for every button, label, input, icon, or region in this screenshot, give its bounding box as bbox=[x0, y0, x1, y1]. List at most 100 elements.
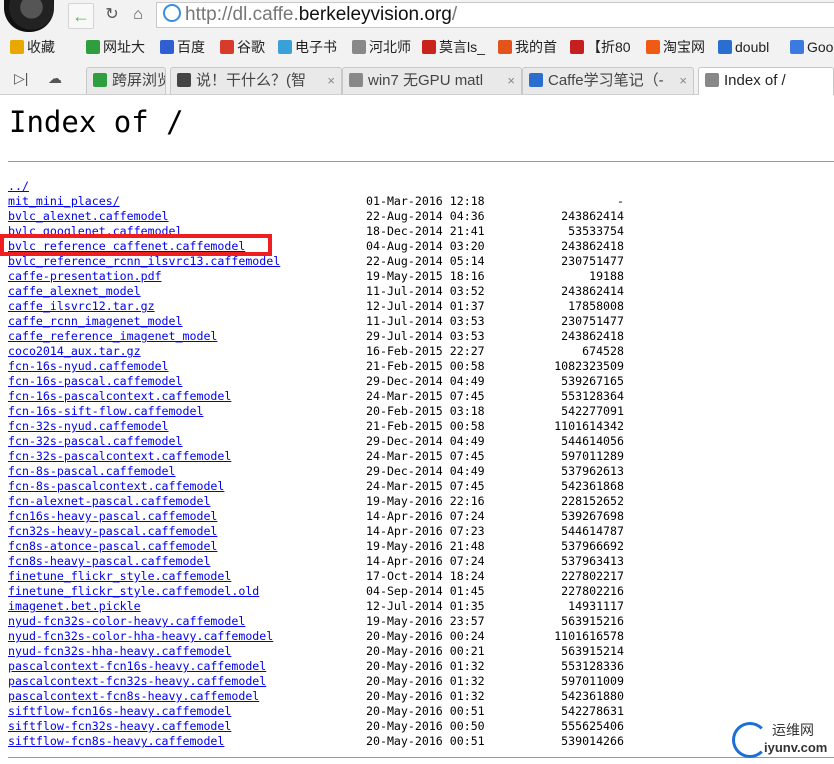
file-link[interactable]: fcn-alexnet-pascal.caffemodel bbox=[8, 494, 210, 509]
bookmark-label: 百度 bbox=[177, 39, 205, 55]
home-button[interactable]: ⌂ bbox=[126, 3, 150, 27]
bookmark-item[interactable]: 电子书 bbox=[278, 38, 337, 56]
file-link[interactable]: pascalcontext-fcn16s-heavy.caffemodel bbox=[8, 659, 266, 674]
file-size: 227802216 bbox=[561, 584, 624, 598]
listing-row: coco2014_aux.tar.gz 16-Feb-2015 22:27 6745… bbox=[8, 344, 834, 359]
tab[interactable]: Index of / bbox=[698, 67, 834, 95]
listing-row: caffe_alexnet_model 11-Jul-2014 03:52 2438… bbox=[8, 284, 834, 299]
file-size: 17858008 bbox=[568, 299, 624, 313]
bookmark-item[interactable]: 百度 bbox=[160, 38, 205, 56]
cloud-icon[interactable]: ☁ bbox=[48, 70, 62, 87]
file-link[interactable]: nyud-fcn32s-color-hha-heavy.caffemodel bbox=[8, 629, 273, 644]
bookmark-item[interactable]: 谷歌 bbox=[220, 38, 265, 56]
zhe80-icon bbox=[570, 40, 584, 54]
file-link[interactable]: fcn-8s-pascal.caffemodel bbox=[8, 464, 176, 479]
back-button[interactable]: ← bbox=[68, 3, 94, 29]
site-icon bbox=[86, 40, 100, 54]
file-link[interactable]: fcn16s-heavy-pascal.caffemodel bbox=[8, 509, 217, 524]
file-link[interactable]: ../ bbox=[8, 179, 29, 194]
file-link[interactable]: caffe_ilsvrc12.tar.gz bbox=[8, 299, 155, 314]
file-link[interactable]: fcn-16s-pascal.caffemodel bbox=[8, 374, 183, 389]
phone-icon bbox=[93, 73, 107, 87]
bookmark-label: doubl bbox=[735, 39, 770, 55]
listing-row: nyud-fcn32s-color-heavy.caffemodel 19-May… bbox=[8, 614, 834, 629]
address-bar[interactable]: http://dl.caffe.berkeleyvision.org/ bbox=[156, 2, 834, 28]
file-link[interactable]: coco2014_aux.tar.gz bbox=[8, 344, 141, 359]
file-link[interactable]: fcn8s-heavy-pascal.caffemodel bbox=[8, 554, 210, 569]
file-link[interactable]: siftflow-fcn32s-heavy.caffemodel bbox=[8, 719, 231, 734]
file-size: 597011009 bbox=[561, 674, 624, 688]
file-link[interactable]: pascalcontext-fcn32s-heavy.caffemodel bbox=[8, 674, 266, 689]
url-host: berkeleyvision.org bbox=[298, 4, 452, 25]
bookmark-item[interactable]: 我的首 bbox=[498, 38, 557, 56]
bookmark-item[interactable]: 莫言ls_ bbox=[422, 38, 485, 56]
file-date: 01-Mar-2016 12:18 bbox=[366, 194, 485, 208]
bookmark-item[interactable]: Goo bbox=[790, 38, 833, 56]
file-size: 243862418 bbox=[561, 239, 624, 253]
file-link[interactable]: fcn-16s-pascalcontext.caffemodel bbox=[8, 389, 231, 404]
listing-row: siftflow-fcn32s-heavy.caffemodel 20-May-2… bbox=[8, 719, 834, 734]
file-link[interactable]: nyud-fcn32s-hha-heavy.caffemodel bbox=[8, 644, 231, 659]
file-size: 230751477 bbox=[561, 254, 624, 268]
file-link[interactable]: caffe_rcnn_imagenet_model bbox=[8, 314, 183, 329]
file-link[interactable]: fcn-16s-sift-flow.caffemodel bbox=[8, 404, 203, 419]
listing-row: fcn-16s-pascalcontext.caffemodel 24-Mar-2… bbox=[8, 389, 834, 404]
file-link[interactable]: finetune_flickr_style.caffemodel.old bbox=[8, 584, 259, 599]
file-link[interactable]: caffe_alexnet_model bbox=[8, 284, 141, 299]
bookmark-item[interactable]: 淘宝网 bbox=[646, 38, 705, 56]
tab[interactable]: win7 无GPU matl × bbox=[342, 67, 522, 94]
file-link[interactable]: fcn-8s-pascalcontext.caffemodel bbox=[8, 479, 224, 494]
bookmark-item[interactable]: doubl bbox=[718, 38, 769, 56]
bookmark-item[interactable]: 网址大 bbox=[86, 38, 145, 56]
app-icon bbox=[422, 40, 436, 54]
page-icon bbox=[705, 73, 719, 87]
tab-label: Index of / bbox=[724, 72, 786, 89]
tab[interactable]: 跨屏浏览 bbox=[86, 67, 166, 94]
file-link[interactable]: imagenet.bet.pickle bbox=[8, 599, 141, 614]
file-link[interactable]: fcn-32s-nyud.caffemodel bbox=[8, 419, 169, 434]
listing-row: pascalcontext-fcn8s-heavy.caffemodel 20-M… bbox=[8, 689, 834, 704]
bookmark-item[interactable]: 河北师 bbox=[352, 38, 411, 56]
listing-row: fcn-16s-nyud.caffemodel 21-Feb-2015 00:58… bbox=[8, 359, 834, 374]
file-size: 227802217 bbox=[561, 569, 624, 583]
file-link[interactable]: siftflow-fcn16s-heavy.caffemodel bbox=[8, 704, 231, 719]
reload-button[interactable]: ↻ bbox=[100, 3, 124, 27]
user-avatar[interactable] bbox=[4, 0, 54, 32]
file-link[interactable]: fcn32s-heavy-pascal.caffemodel bbox=[8, 524, 217, 539]
tab[interactable]: 说！干什么？(智 × bbox=[170, 67, 342, 94]
file-link[interactable]: pascalcontext-fcn8s-heavy.caffemodel bbox=[8, 689, 259, 704]
file-link[interactable]: bvlc_reference_rcnn_ilsvrc13.caffemodel bbox=[8, 254, 280, 269]
listing-row: nyud-fcn32s-color-hha-heavy.caffemodel 20… bbox=[8, 629, 834, 644]
file-size: 555625406 bbox=[561, 719, 624, 733]
file-size: 537962613 bbox=[561, 464, 624, 478]
close-tab-icon[interactable]: × bbox=[679, 68, 687, 94]
file-size: 53533754 bbox=[568, 224, 624, 238]
file-link[interactable]: bvlc_alexnet.caffemodel bbox=[8, 209, 169, 224]
file-size: 1082323509 bbox=[554, 359, 624, 373]
close-tab-icon[interactable]: × bbox=[507, 68, 515, 94]
bookmark-item[interactable]: 【折80 bbox=[570, 38, 631, 56]
listing-row: caffe_rcnn_imagenet_model 11-Jul-2014 03:… bbox=[8, 314, 834, 329]
file-size: 544614787 bbox=[561, 524, 624, 538]
file-link[interactable]: fcn8s-atonce-pascal.caffemodel bbox=[8, 539, 217, 554]
tab[interactable]: Caffe学习笔记（- × bbox=[522, 67, 694, 94]
file-link[interactable]: fcn-32s-pascal.caffemodel bbox=[8, 434, 183, 449]
close-tab-icon[interactable]: × bbox=[327, 68, 335, 94]
file-link[interactable]: fcn-16s-nyud.caffemodel bbox=[8, 359, 169, 374]
file-size: 553128364 bbox=[561, 389, 624, 403]
divider bbox=[8, 757, 834, 758]
file-link[interactable]: nyud-fcn32s-color-heavy.caffemodel bbox=[8, 614, 245, 629]
file-size: 243862414 bbox=[561, 284, 624, 298]
file-link[interactable]: fcn-32s-pascalcontext.caffemodel bbox=[8, 449, 231, 464]
file-link[interactable]: caffe_reference_imagenet_model bbox=[8, 329, 217, 344]
file-link[interactable]: siftflow-fcn8s-heavy.caffemodel bbox=[8, 734, 224, 749]
bookmark-item[interactable]: 收藏 bbox=[10, 38, 55, 56]
file-date: 24-Mar-2015 07:45 bbox=[366, 389, 485, 403]
file-date: 22-Aug-2014 04:36 bbox=[366, 209, 485, 223]
file-link[interactable]: finetune_flickr_style.caffemodel bbox=[8, 569, 231, 584]
sidebar-toggle-icon[interactable]: ▷| bbox=[14, 70, 28, 87]
file-link[interactable]: caffe-presentation.pdf bbox=[8, 269, 162, 284]
file-link[interactable]: mit_mini_places/ bbox=[8, 194, 120, 209]
file-size: 14931117 bbox=[568, 599, 624, 613]
url-prefix: http://dl.caffe. bbox=[185, 4, 299, 25]
